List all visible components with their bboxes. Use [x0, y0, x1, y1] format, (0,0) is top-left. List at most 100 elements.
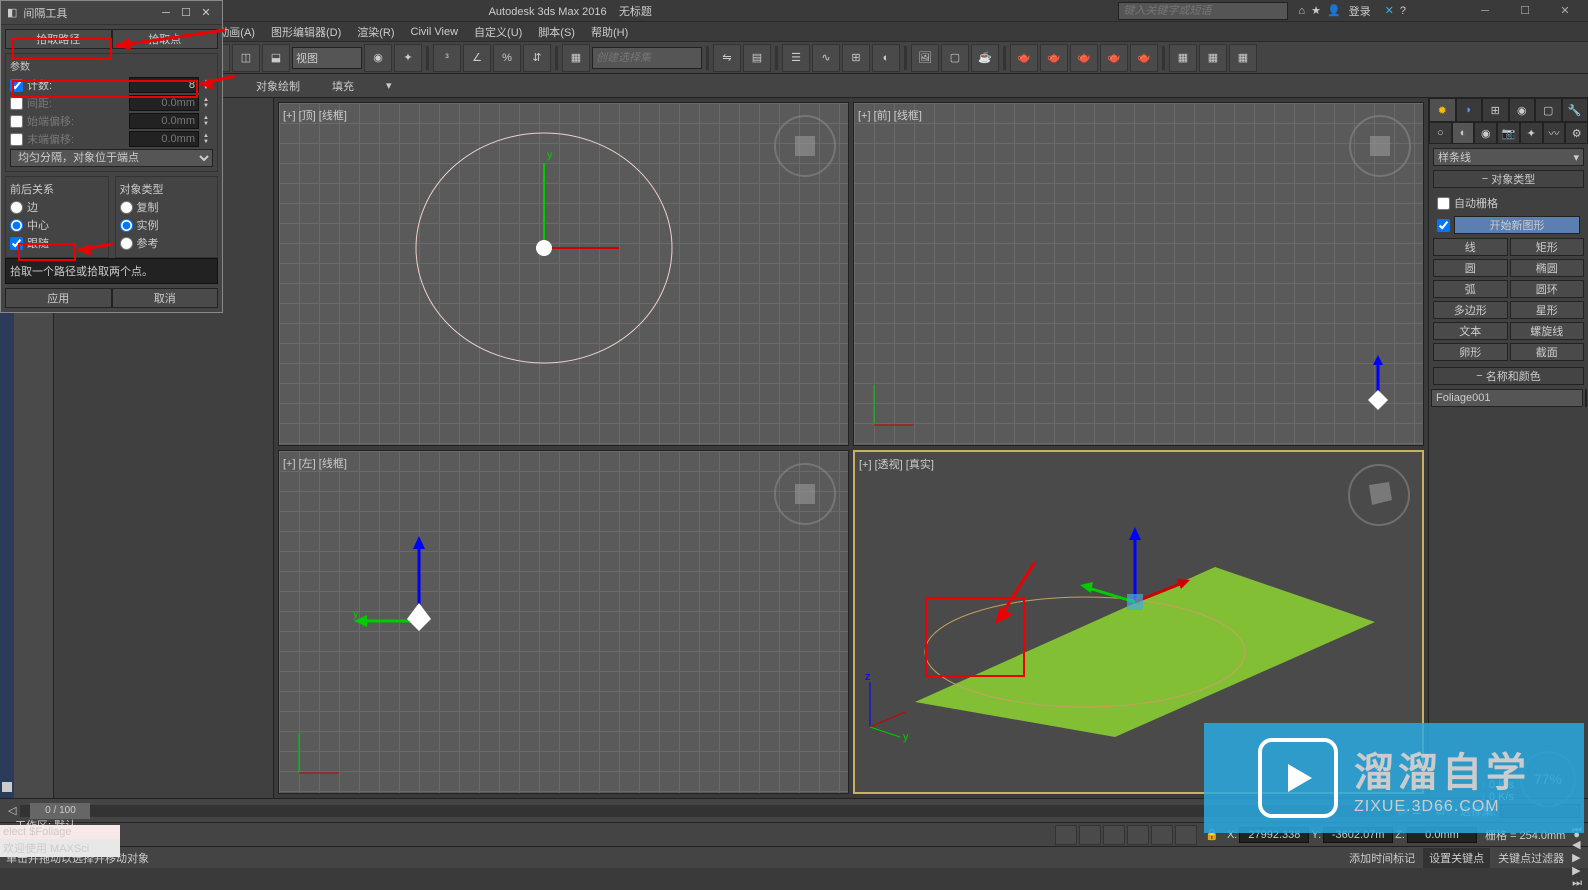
instance-radio[interactable] — [120, 219, 133, 232]
tab-modify-icon[interactable]: ◗ — [1456, 98, 1483, 122]
startoff-spinner[interactable]: 0.0mm — [129, 113, 199, 129]
schematic-icon[interactable]: ⊞ — [842, 44, 870, 72]
menu-civilview[interactable]: Civil View — [405, 26, 464, 38]
center-radio[interactable] — [10, 219, 23, 232]
tab-object-paint[interactable]: 对象绘制 — [242, 78, 314, 94]
cat-spacewarps-icon[interactable]: 〰 — [1543, 122, 1566, 144]
play-last-icon[interactable]: ⏭ — [1572, 877, 1582, 890]
menu-customize[interactable]: 自定义(U) — [468, 24, 528, 40]
tab-hierarchy-icon[interactable]: ⊞ — [1482, 98, 1509, 122]
spacing-checkbox[interactable] — [10, 97, 23, 110]
help-icon[interactable]: ? — [1400, 5, 1406, 17]
pick-points-button[interactable]: 拾取点 — [112, 29, 219, 49]
teapot3-icon[interactable]: 🫖 — [1070, 44, 1098, 72]
time-prev-icon[interactable]: ◁ — [8, 804, 16, 817]
render-frame-icon[interactable]: ▢ — [941, 44, 969, 72]
help-search-input[interactable] — [1118, 2, 1288, 20]
play-prev-icon[interactable]: ◀ — [1572, 838, 1582, 851]
viewport-front[interactable]: [+] [前] [线框] — [853, 102, 1424, 446]
dialog-close-icon[interactable]: ✕ — [196, 6, 216, 19]
viewport-top[interactable]: [+] [顶] [线框] y — [278, 102, 849, 446]
snap4-icon[interactable] — [1127, 825, 1149, 845]
misc1-icon[interactable]: ▦ — [1169, 44, 1197, 72]
apply-button[interactable]: 应用 — [5, 288, 112, 308]
close-button[interactable]: ✕ — [1546, 1, 1584, 21]
refcoord-dropdown[interactable]: 视图 — [292, 47, 362, 69]
add-time-tag[interactable]: 添加时间标记 — [1349, 850, 1415, 866]
viewcube-front-icon[interactable] — [1345, 111, 1415, 181]
misc3-icon[interactable]: ▦ — [1229, 44, 1257, 72]
snap-toggle-icon[interactable]: ³ — [433, 44, 461, 72]
snap2-icon[interactable] — [1079, 825, 1101, 845]
time-track[interactable]: 0 / 100 — [20, 805, 1395, 817]
star-icon[interactable]: ★ — [1311, 4, 1321, 17]
object-color-swatch[interactable] — [1585, 389, 1587, 407]
play-icon[interactable]: ▶ — [1572, 851, 1582, 864]
select-place-icon[interactable]: ⬓ — [262, 44, 290, 72]
tab-motion-icon[interactable]: ◉ — [1509, 98, 1536, 122]
btn-ngon[interactable]: 多边形 — [1433, 301, 1508, 319]
teapot2-icon[interactable]: 🫖 — [1040, 44, 1068, 72]
cat-cameras-icon[interactable]: 📷 — [1497, 122, 1520, 144]
manip-icon[interactable]: ✦ — [394, 44, 422, 72]
snap5-icon[interactable] — [1151, 825, 1173, 845]
tab-create-icon[interactable]: ✹ — [1429, 98, 1456, 122]
btn-rect[interactable]: 矩形 — [1510, 238, 1585, 256]
spacing-spinner[interactable]: 0.0mm — [129, 95, 199, 111]
tab-populate[interactable]: 填充 — [318, 78, 368, 94]
mirror-icon[interactable]: ⇋ — [713, 44, 741, 72]
login-link[interactable]: 登录 — [1349, 3, 1371, 19]
menu-grapheditors[interactable]: 图形编辑器(D) — [265, 24, 347, 40]
viewport-front-label[interactable]: [+] [前] [线框] — [858, 107, 922, 123]
endoff-spinner[interactable]: 0.0mm — [129, 131, 199, 147]
teapot4-icon[interactable]: 🫖 — [1100, 44, 1128, 72]
snap1-icon[interactable] — [1055, 825, 1077, 845]
viewport-persp-label[interactable]: [+] [透视] [真实] — [859, 456, 934, 472]
ribbon-expand-icon[interactable]: ▾ — [372, 79, 406, 92]
render-setup-icon[interactable]: 🖼 — [911, 44, 939, 72]
cat-helpers-icon[interactable]: ✦ — [1520, 122, 1543, 144]
tab-display-icon[interactable]: ▢ — [1535, 98, 1562, 122]
set-key-button[interactable]: 设置关键点 — [1423, 848, 1490, 868]
btn-ellipse[interactable]: 椭圆 — [1510, 259, 1585, 277]
teapot5-icon[interactable]: 🫖 — [1130, 44, 1158, 72]
startoff-checkbox[interactable] — [10, 115, 23, 128]
menu-maxscript[interactable]: 脚本(S) — [532, 24, 581, 40]
copy-radio[interactable] — [120, 201, 133, 214]
viewport-left-label[interactable]: [+] [左] [线框] — [283, 455, 347, 471]
endoff-checkbox[interactable] — [10, 133, 23, 146]
dialog-max-icon[interactable]: ☐ — [176, 6, 196, 19]
dialog-min-icon[interactable]: ─ — [156, 7, 176, 19]
select-scale-icon[interactable]: ◫ — [232, 44, 260, 72]
snap6-icon[interactable] — [1175, 825, 1197, 845]
rollout-name-color[interactable]: − 名称和颜色 — [1433, 367, 1584, 385]
spinner-snap-icon[interactable]: ⇵ — [523, 44, 551, 72]
btn-donut[interactable]: 圆环 — [1510, 280, 1585, 298]
rollout-object-type[interactable]: − 对象类型 — [1433, 170, 1584, 188]
cat-systems-icon[interactable]: ⚙ — [1565, 122, 1588, 144]
edge-radio[interactable] — [10, 201, 23, 214]
btn-arc[interactable]: 弧 — [1433, 280, 1508, 298]
layers-icon[interactable]: ☰ — [782, 44, 810, 72]
material-editor-icon[interactable]: ◐ — [872, 44, 900, 72]
btn-section[interactable]: 截面 — [1510, 343, 1585, 361]
btn-helix[interactable]: 螺旋线 — [1510, 322, 1585, 340]
btn-egg[interactable]: 卵形 — [1433, 343, 1508, 361]
key-filter-button[interactable]: 关键点过滤器 — [1498, 850, 1564, 866]
percent-snap-icon[interactable]: % — [493, 44, 521, 72]
reference-radio[interactable] — [120, 237, 133, 250]
menu-help[interactable]: 帮助(H) — [585, 24, 634, 40]
angle-snap-icon[interactable]: ∠ — [463, 44, 491, 72]
category-dropdown[interactable]: 样条线▾ — [1433, 148, 1584, 166]
infocenter-icon[interactable]: ⌂ — [1298, 5, 1305, 17]
btn-star[interactable]: 星形 — [1510, 301, 1585, 319]
cancel-button[interactable]: 取消 — [112, 288, 219, 308]
exchange-icon[interactable]: ✕ — [1385, 4, 1394, 17]
cat-geometry-icon[interactable]: ○ — [1429, 122, 1452, 144]
minimize-button[interactable]: ─ — [1466, 1, 1504, 21]
viewcube-left-icon[interactable] — [770, 459, 840, 529]
cat-shapes-icon[interactable]: ◐ — [1452, 122, 1475, 144]
autogrid-checkbox[interactable] — [1437, 197, 1450, 210]
startnew-checkbox[interactable] — [1437, 219, 1450, 232]
pick-path-button[interactable]: 拾取路径 — [5, 29, 112, 49]
